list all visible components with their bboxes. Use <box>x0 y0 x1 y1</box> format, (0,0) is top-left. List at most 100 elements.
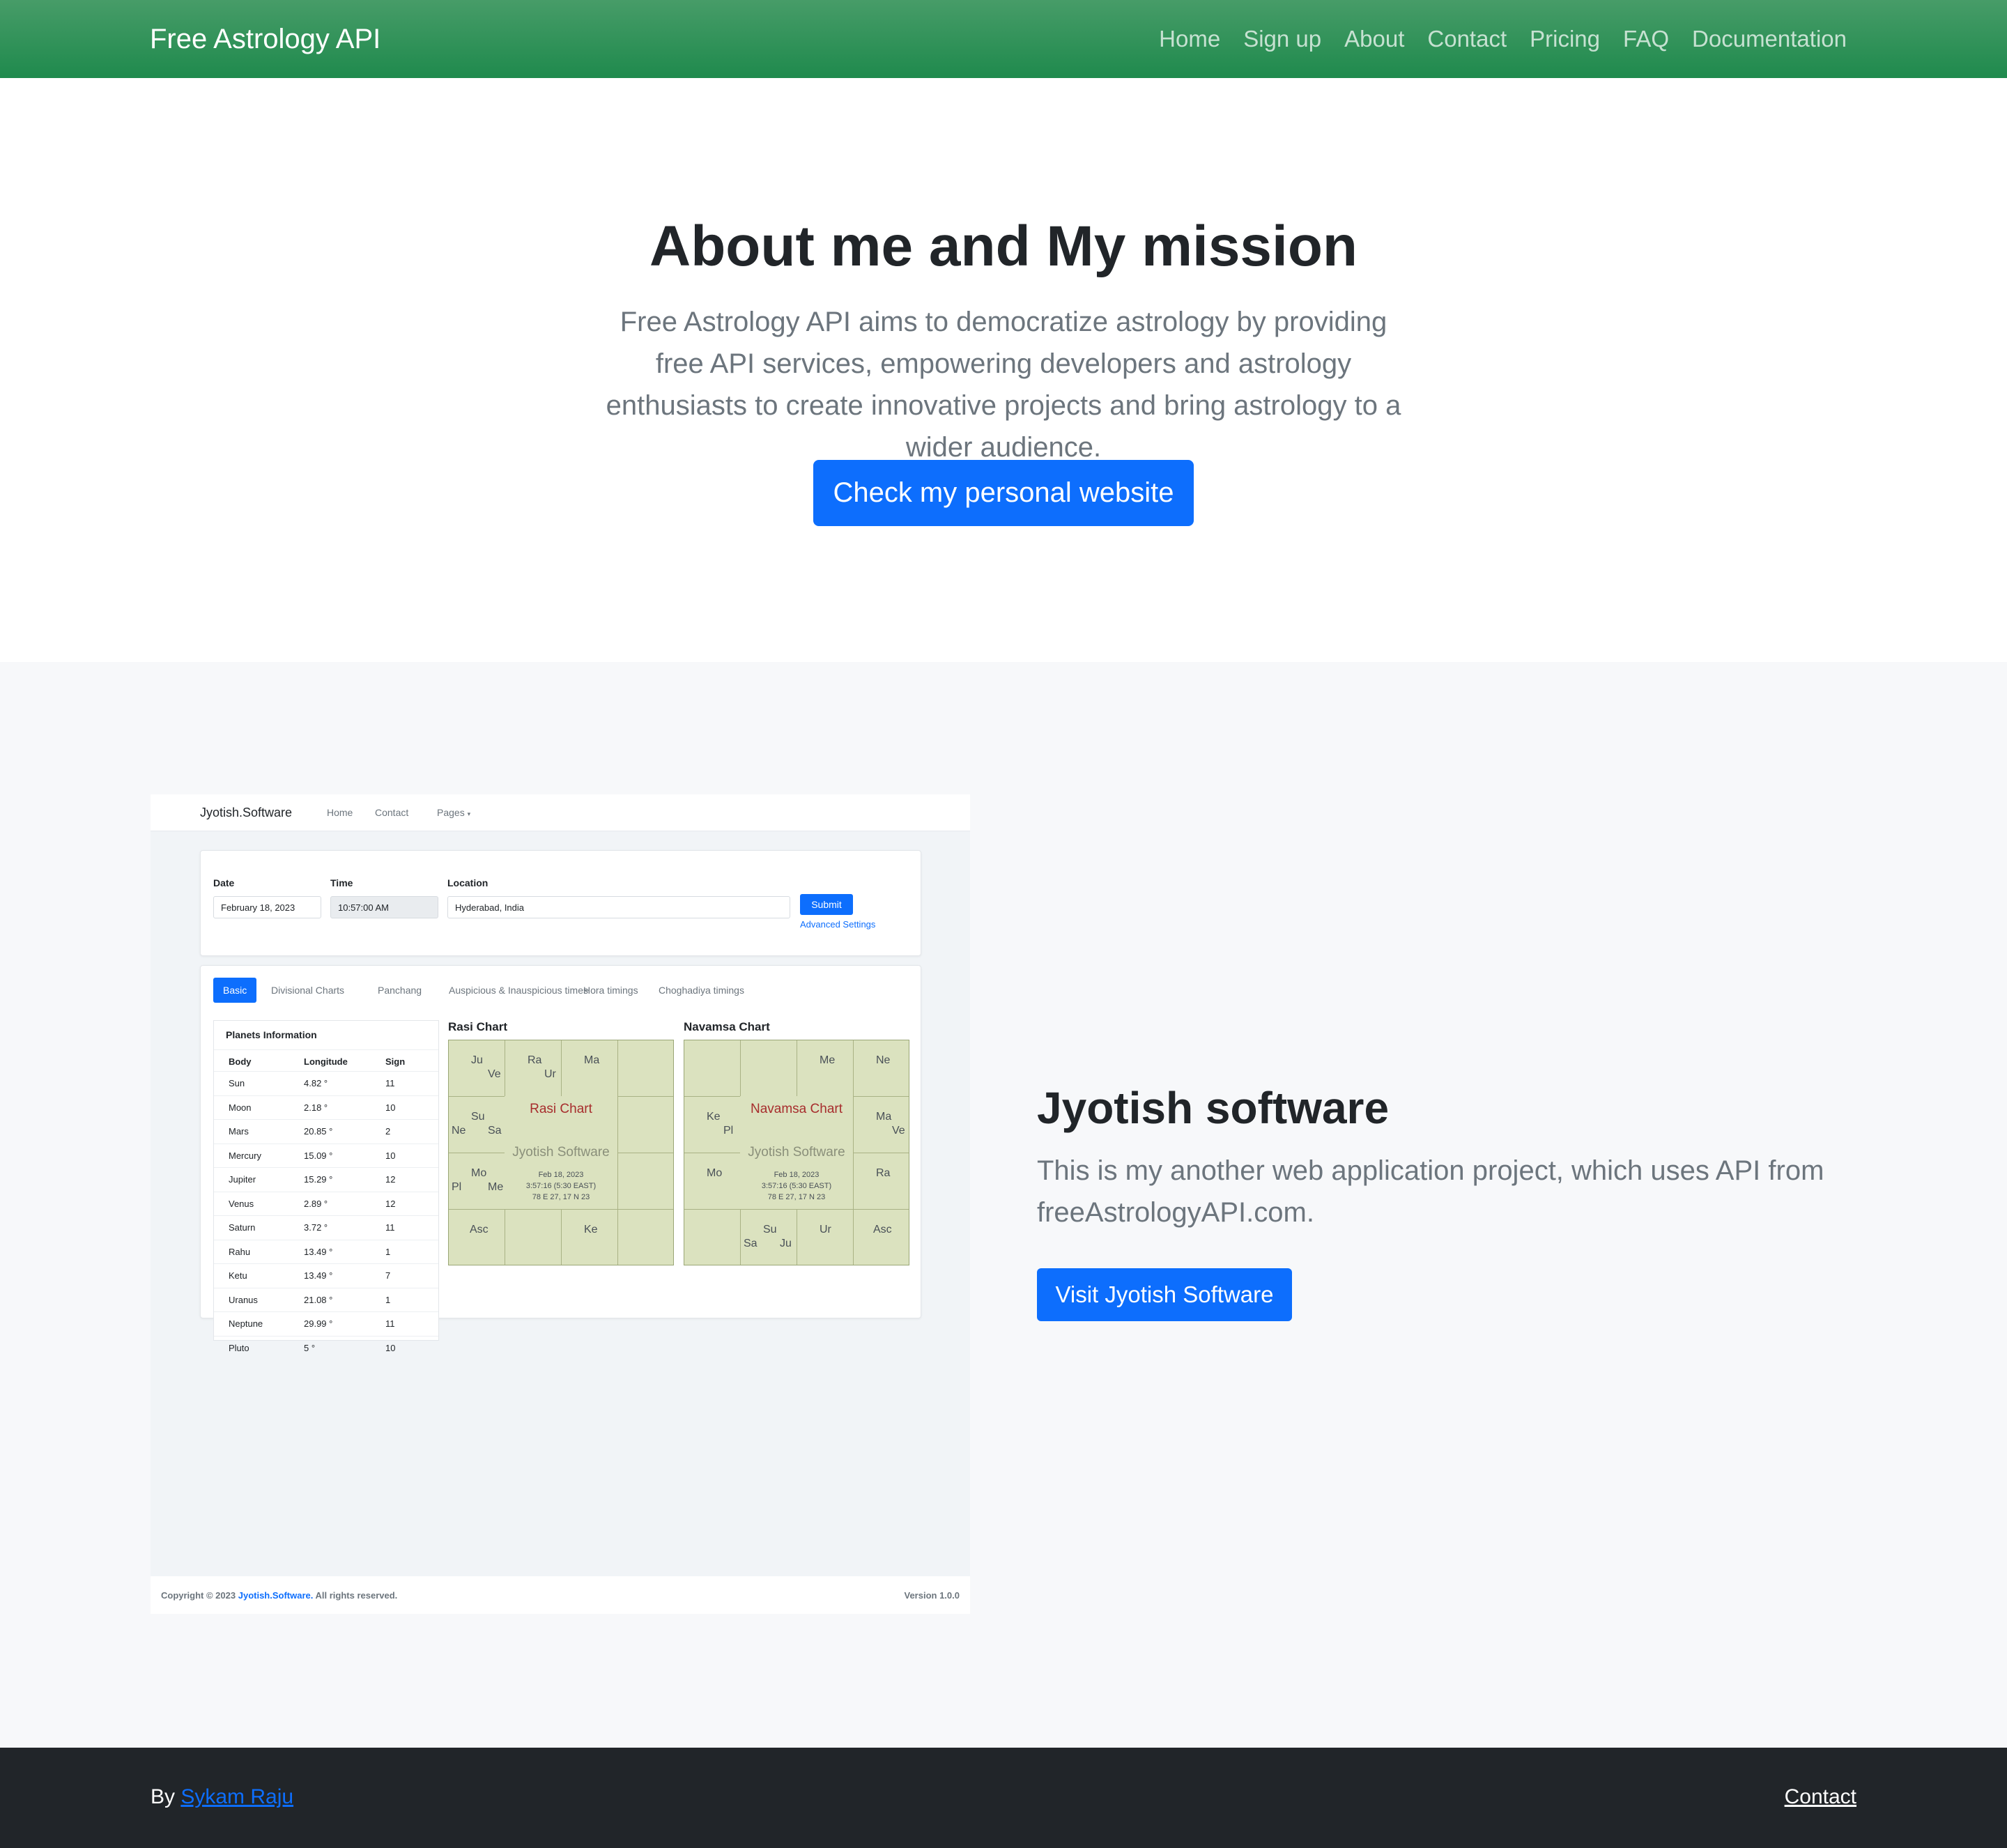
footer-byline: By Sykam Raju <box>151 1785 293 1809</box>
planet-row: Jupiter 15.29 ° 12 <box>214 1167 438 1189</box>
planet-sign: 10 <box>385 1102 396 1113</box>
hero-text: Free Astrology API aims to democratize a… <box>606 307 1401 463</box>
screenshot-footer: Copyright © 2023 Jyotish.Software. All r… <box>151 1576 970 1614</box>
planet-sign: 12 <box>385 1174 396 1185</box>
screenshot-version: Version 1.0.0 <box>904 1590 960 1601</box>
navbar: Free Astrology API Home Sign up About Co… <box>0 0 2007 78</box>
planet-body: Rahu <box>229 1246 251 1257</box>
planet-body: Uranus <box>229 1294 258 1305</box>
screenshot-nav-home: Home <box>327 807 353 818</box>
visit-jyotish-button[interactable]: Visit Jyotish Software <box>1037 1268 1292 1321</box>
navamsa-planet: Ra <box>876 1167 891 1179</box>
navamsa-planet: Ke <box>707 1111 721 1123</box>
rasi-planet: Ve <box>488 1068 501 1080</box>
nav-documentation[interactable]: Documentation <box>1692 24 1847 54</box>
author-link[interactable]: Sykam Raju <box>180 1785 293 1808</box>
rasi-chart-coords: 78 E 27, 17 N 23 <box>532 1193 590 1201</box>
feature-section: Jyotish.Software Home Contact Pages ▾ Da… <box>0 662 2007 1748</box>
planet-longitude: 13.49 ° <box>304 1246 333 1257</box>
location-field: Hyderabad, India <box>447 896 790 918</box>
navamsa-chart-name: Navamsa Chart <box>751 1102 843 1116</box>
screenshot-form-card: Date Time Location February 18, 2023 10:… <box>200 850 921 956</box>
footer-contact-link[interactable]: Contact <box>1785 1785 1856 1809</box>
screenshot-brand: Jyotish.Software <box>200 806 293 819</box>
nav-pricing[interactable]: Pricing <box>1530 24 1600 54</box>
screenshot-nav-contact: Contact <box>375 807 409 818</box>
planet-row: Sun 4.82 ° 11 <box>214 1071 438 1093</box>
date-label: Date <box>213 877 235 888</box>
rasi-planet: Su <box>471 1111 485 1123</box>
navamsa-planet: Su <box>763 1224 777 1235</box>
personal-website-button[interactable]: Check my personal website <box>813 460 1194 526</box>
tab-basic: Basic <box>213 978 257 1003</box>
navamsa-chart: Navamsa Chart Jyotish Software Feb 18, 2… <box>684 1040 909 1265</box>
navamsa-chart-watermark: Jyotish Software <box>748 1145 845 1160</box>
planet-body: Jupiter <box>229 1174 256 1185</box>
rasi-chart-date: Feb 18, 2023 <box>538 1171 584 1179</box>
screenshot-results-card: Basic Divisional Charts Panchang Auspici… <box>200 965 921 1353</box>
navamsa-chart-date: Feb 18, 2023 <box>774 1171 820 1179</box>
rasi-planet: Ur <box>544 1068 556 1080</box>
hero-title: About me and My mission <box>649 215 1358 278</box>
nav-home[interactable]: Home <box>1159 24 1220 54</box>
jyotish-screenshot[interactable]: Jyotish.Software Home Contact Pages ▾ Da… <box>151 794 970 1614</box>
planet-row: Ketu 13.49 ° 7 <box>214 1263 438 1286</box>
rasi-planet: Ju <box>471 1054 483 1066</box>
time-field: 10:57:00 AM <box>330 896 438 918</box>
time-label: Time <box>330 877 353 888</box>
rasi-planet: Pl <box>452 1181 462 1193</box>
location-label: Location <box>447 877 489 888</box>
nav-faq[interactable]: FAQ <box>1623 24 1669 54</box>
planet-body: Moon <box>229 1102 252 1113</box>
caret-down-icon: ▾ <box>467 810 471 817</box>
footer-by-label: By <box>151 1785 176 1808</box>
rasi-planet: Sa <box>488 1125 502 1137</box>
rasi-planet: Mo <box>471 1167 487 1179</box>
feature-title: Jyotish software <box>1037 1083 1390 1133</box>
nav-contact[interactable]: Contact <box>1427 24 1507 54</box>
planet-row: Venus 2.89 ° 12 <box>214 1191 438 1214</box>
copyright-suffix: All rights reserved. <box>315 1590 398 1601</box>
planet-sign: 10 <box>385 1342 396 1353</box>
header-sign: Sign <box>385 1056 406 1067</box>
planet-body: Neptune <box>229 1318 263 1329</box>
rasi-chart-watermark: Jyotish Software <box>512 1145 610 1160</box>
navamsa-planet: Sa <box>744 1238 758 1249</box>
nav-about[interactable]: About <box>1344 24 1404 54</box>
navamsa-planet: Ju <box>780 1238 792 1249</box>
navamsa-planet: Me <box>820 1054 836 1066</box>
rasi-planet: Ma <box>584 1054 600 1066</box>
nav-signup[interactable]: Sign up <box>1243 24 1321 54</box>
planet-longitude: 15.29 ° <box>304 1174 333 1185</box>
screenshot-submit-button: Submit <box>800 894 853 915</box>
planet-longitude: 5 ° <box>304 1342 316 1353</box>
tab-auspicious-times: Auspicious & Inauspicious times <box>449 985 588 996</box>
planet-body: Venus <box>229 1198 254 1209</box>
planet-longitude: 21.08 ° <box>304 1294 333 1305</box>
rasi-chart-time: 3:57:16 (5:30 EAST) <box>525 1182 597 1190</box>
planet-row: Moon 2.18 ° 10 <box>214 1095 438 1118</box>
navamsa-planet: Asc <box>873 1224 892 1235</box>
rasi-planet: Asc <box>470 1224 489 1235</box>
navamsa-chart-title: Navamsa Chart <box>684 1020 770 1033</box>
planet-longitude: 29.99 ° <box>304 1318 333 1329</box>
planet-sign: 1 <box>385 1294 391 1305</box>
screenshot-nav-pages-label: Pages <box>437 807 465 818</box>
hero-section: About me and My mission Free Astrology A… <box>0 78 2007 662</box>
rasi-chart-title: Rasi Chart <box>448 1020 508 1033</box>
planet-sign: 11 <box>385 1078 395 1088</box>
navamsa-chart-center: Navamsa Chart Jyotish Software Feb 18, 2… <box>740 1096 853 1209</box>
navamsa-planet: Ma <box>876 1111 892 1123</box>
planet-body: Mercury <box>229 1150 261 1161</box>
planet-longitude: 4.82 ° <box>304 1078 328 1088</box>
brand-link[interactable]: Free Astrology API <box>150 22 380 56</box>
rasi-planet: Me <box>488 1181 504 1193</box>
planet-row: Mercury 15.09 ° 10 <box>214 1143 438 1166</box>
rasi-chart: Rasi Chart Jyotish Software Feb 18, 2023… <box>448 1040 674 1265</box>
footer: By Sykam Raju Contact <box>0 1748 2007 1848</box>
tab-hora-timings: Hora timings <box>583 985 638 996</box>
navamsa-chart-time: 3:57:16 (5:30 EAST) <box>761 1182 832 1190</box>
planet-sign: 7 <box>385 1270 391 1281</box>
planet-body: Saturn <box>229 1222 256 1233</box>
planets-header-row: Body Longitude Sign <box>214 1049 438 1072</box>
